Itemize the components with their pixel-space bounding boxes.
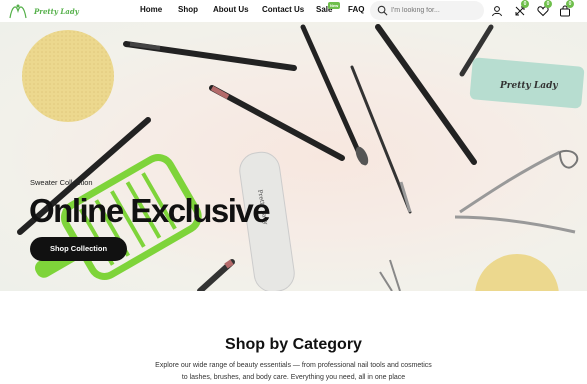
section-title: Shop by Category [225,336,362,353]
sale-new-badge: New [328,2,341,9]
wishlist-count: 0 [544,0,552,8]
brand-name: Pretty Lady [34,7,79,16]
site-header: Pretty Lady Home Shop About Us Contact U… [0,0,587,22]
brand-logo[interactable]: Pretty Lady [6,2,79,20]
hero-banner: Pretty Lady Pretty Lady Sweater Collecti… [0,22,587,291]
nav-faq[interactable]: FAQ [348,5,364,14]
section-description-line-1: Explore our wide range of beauty essenti… [155,362,432,369]
hero-subtitle: Sweater Collection [30,178,93,187]
cart-count: 0 [566,0,574,8]
shop-collection-button[interactable]: Shop Collection [30,237,127,261]
nav-about-us[interactable]: About Us [213,5,249,14]
svg-text:Pretty Lady: Pretty Lady [499,81,558,91]
compare-count: 0 [521,0,529,8]
compare-button[interactable]: 0 [514,0,529,16]
search-input[interactable] [391,3,481,18]
user-icon [492,6,502,17]
cart-button[interactable]: 0 [559,0,574,17]
nav-home[interactable]: Home [140,5,162,14]
hero-title: Online Exclusive [29,192,271,229]
logo-mark-icon [9,4,27,19]
wishlist-button[interactable]: 0 [537,0,552,17]
search-icon[interactable] [377,5,388,16]
nav-shop[interactable]: Shop [178,5,198,14]
section-description-line-2: to lashes, brushes, and body care. Every… [181,374,406,381]
nav-contact-us[interactable]: Contact Us [262,5,304,14]
section-description: Explore our wide range of beauty essenti… [0,360,587,384]
search-bar[interactable] [370,1,484,20]
account-button[interactable] [491,4,503,17]
